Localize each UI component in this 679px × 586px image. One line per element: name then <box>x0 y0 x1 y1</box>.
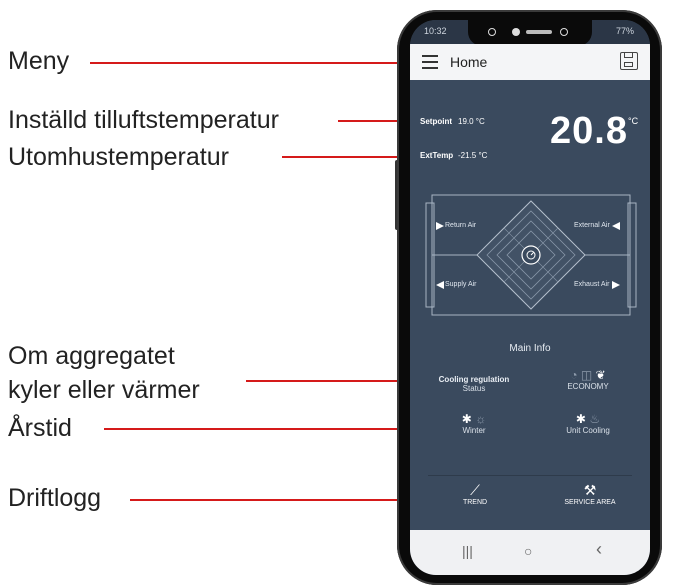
camera-notch <box>468 20 592 46</box>
supply-air-label: Supply Air <box>445 281 477 288</box>
sun-icon: ☼ <box>475 412 487 426</box>
leaf-icon: ❦ <box>595 368 606 382</box>
ventilation-unit-diagram: Return Air External Air Supply Air Exhau… <box>424 185 638 325</box>
camera-icon <box>488 28 496 36</box>
phone-screen: 10:32 77% Home Setpoint 19.0 °C ExtTemp … <box>410 20 650 575</box>
arrow-cooling <box>246 380 422 382</box>
season-label: Winter <box>462 426 486 435</box>
season-block: ✱ ☼ Winter <box>424 412 524 435</box>
arrow-outdoor <box>282 156 402 158</box>
annotation-outdoor-temp: Utomhustemperatur <box>8 143 229 171</box>
current-temperature-unit: °C <box>628 116 639 126</box>
setpoint-value: 19.0 °C <box>458 117 485 126</box>
annotation-log: Driftlogg <box>8 484 102 512</box>
speaker-icon <box>526 30 552 34</box>
annotation-setpoint: Inställd tilluftstemperatur <box>8 106 279 134</box>
comfort-icon: ◫ <box>580 368 593 382</box>
annotation-menu: Meny <box>8 47 70 75</box>
exttemp-label: ExtTemp <box>420 151 454 160</box>
heat-exchanger-graphic <box>425 194 637 316</box>
setpoint-label: Setpoint <box>420 117 452 126</box>
annotation-season: Årstid <box>8 414 72 442</box>
trend-label: TREND <box>462 499 488 506</box>
recent-apps-button[interactable]: ||| <box>462 543 473 559</box>
mode-icons: ◔ ◫ ❦ <box>538 368 638 382</box>
home-button[interactable]: ○ <box>524 543 532 559</box>
mode-label: ECONOMY <box>567 382 609 391</box>
status-label: Status <box>462 384 486 393</box>
season-icons: ✱ ☼ <box>424 412 524 426</box>
android-nav-bar: ||| ○ ‹ <box>410 530 650 575</box>
save-icon[interactable] <box>620 52 638 70</box>
external-air-label: External Air <box>574 222 610 229</box>
snowflake-icon: ✱ <box>575 412 586 426</box>
hamburger-icon[interactable] <box>422 55 438 69</box>
page-title: Home <box>450 54 488 70</box>
exhaust-air-label: Exhaust Air <box>574 281 610 288</box>
mode-block: ◔ ◫ ❦ ECONOMY <box>538 368 638 391</box>
app-bar: Home <box>410 44 650 80</box>
gauge-icon: ◔ <box>570 368 578 382</box>
back-button[interactable]: ‹ <box>596 539 602 560</box>
status-time: 10:32 <box>424 26 447 36</box>
trend-button[interactable]: ⟋ TREND <box>430 482 520 506</box>
unit-state-label: Unit Cooling <box>566 426 610 435</box>
divider <box>428 475 632 476</box>
sensor-icon <box>512 28 520 36</box>
main-info-title: Main Info <box>509 343 551 354</box>
snowflake-icon: ✱ <box>461 412 472 426</box>
cooling-regulation-label: Cooling regulation <box>438 375 510 384</box>
wrench-icon: ⚒ <box>583 482 597 498</box>
unit-state-icons: ✱ ♨ <box>538 412 638 426</box>
annotation-cooling-line1: Om aggregatet <box>8 342 175 370</box>
service-area-button[interactable]: ⚒ SERVICE AREA <box>542 482 638 506</box>
flame-icon: ♨ <box>589 412 601 426</box>
current-temperature: 20.8 <box>550 110 628 152</box>
status-battery: 77% <box>615 26 634 36</box>
cooling-regulation-block: Cooling regulation Status <box>424 375 524 393</box>
service-area-label: SERVICE AREA <box>564 499 616 506</box>
annotation-cooling-line2: kyler eller värmer <box>8 376 200 404</box>
exttemp-value: -21.5 °C <box>458 151 488 160</box>
camera-icon <box>560 28 568 36</box>
arrow-menu <box>90 62 402 64</box>
unit-state-block: ✱ ♨ Unit Cooling <box>538 412 638 435</box>
arrow-season <box>104 428 438 430</box>
arrow-log <box>130 499 440 501</box>
chart-icon: ⟋ <box>470 482 480 498</box>
arrow-setpoint <box>338 120 402 122</box>
return-air-label: Return Air <box>445 222 477 229</box>
